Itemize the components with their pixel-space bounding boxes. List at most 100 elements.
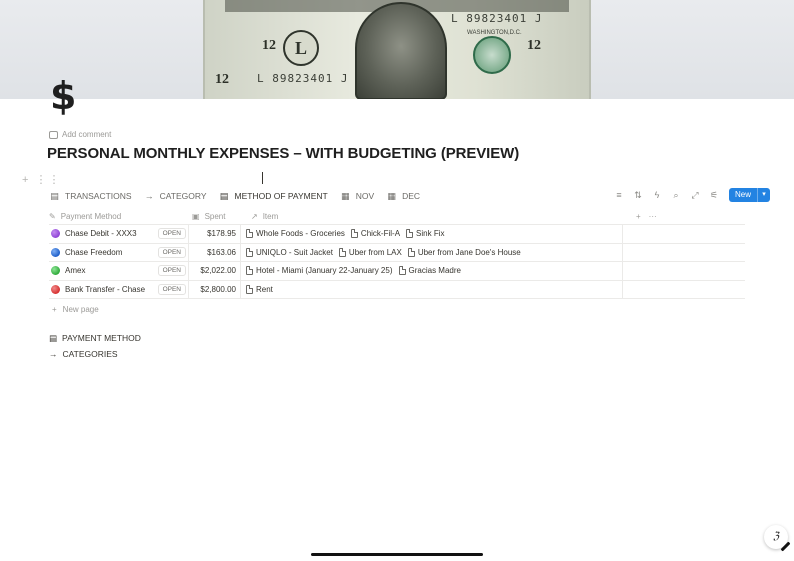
- table-header: ✎ Payment Method ▣ Spent ↗ Item + ···: [49, 208, 745, 225]
- add-property-icon[interactable]: +: [636, 212, 641, 221]
- page-icon: [398, 266, 406, 276]
- header-payment-method[interactable]: ✎ Payment Method: [49, 212, 188, 221]
- database-views: ▤ TRANSACTIONS → CATEGORY ▤ METHOD OF PA…: [49, 188, 420, 204]
- cell-spent[interactable]: $2,800.00: [188, 280, 240, 298]
- view-tab-method-of-payment[interactable]: ▤ METHOD OF PAYMENT: [219, 191, 328, 202]
- text-cursor: [262, 172, 263, 184]
- bill-city: WASHINGTON,D.C.: [467, 30, 522, 36]
- more-icon[interactable]: ···: [649, 212, 657, 221]
- cover-image[interactable]: L 89823401 J L 89823401 J 12 12 12 L WAS…: [0, 0, 794, 99]
- item-link[interactable]: Sink Fix: [406, 229, 444, 239]
- page-icon: [246, 266, 253, 276]
- new-button[interactable]: New ▾: [729, 188, 771, 202]
- search-icon[interactable]: ⌕: [670, 190, 682, 201]
- item-link[interactable]: Hotel - Miami (January 22-January 25): [246, 266, 393, 276]
- page-icon[interactable]: $: [50, 76, 82, 116]
- expand-icon[interactable]: ⤢: [689, 190, 701, 201]
- cell-spent[interactable]: $163.06: [188, 243, 240, 261]
- open-button[interactable]: OPEN: [157, 246, 186, 258]
- calendar-icon: ▦: [340, 190, 350, 201]
- header-spent[interactable]: ▣ Spent: [188, 212, 244, 221]
- cell-item[interactable]: Rent: [240, 280, 622, 298]
- link-categories[interactable]: → CATEGORIES: [49, 346, 141, 362]
- cell-item[interactable]: UNIQLO - Suit Jacket Uber from LAX Uber …: [240, 243, 622, 261]
- table-row[interactable]: Chase Freedom OPEN $163.06 UNIQLO - Suit…: [49, 243, 745, 262]
- open-button[interactable]: OPEN: [157, 283, 186, 295]
- item-link[interactable]: Chick-Fil-A: [350, 229, 400, 239]
- cell-payment-method[interactable]: Chase Debit - XXX3 OPEN: [49, 225, 188, 243]
- cell-payment-method[interactable]: Bank Transfer - Chase OPEN: [49, 281, 188, 299]
- plus-icon: +: [52, 304, 57, 314]
- item-link[interactable]: UNIQLO - Suit Jacket: [246, 247, 333, 257]
- card-icon: ▤: [49, 332, 58, 343]
- formula-icon: ▣: [192, 211, 200, 221]
- page-title[interactable]: PERSONAL MONTHLY EXPENSES – WITH BUDGETI…: [47, 145, 519, 162]
- link-payment-method[interactable]: ▤ PAYMENT METHOD: [49, 330, 141, 346]
- bill-number-left: 12: [262, 38, 276, 53]
- cell-empty: [622, 262, 745, 280]
- page-icon: [246, 247, 253, 257]
- item-link[interactable]: Rent: [246, 284, 273, 294]
- comment-icon: [49, 130, 58, 139]
- home-indicator[interactable]: [311, 553, 483, 556]
- cell-empty: [622, 225, 745, 243]
- cell-empty: [622, 280, 745, 298]
- view-tab-nov[interactable]: ▦ NOV: [340, 191, 374, 202]
- linked-pages: ▤ PAYMENT METHOD → CATEGORIES: [49, 330, 141, 362]
- relation-icon: ↗: [251, 211, 258, 221]
- purple-circle-icon: [51, 229, 60, 239]
- cell-payment-method[interactable]: Chase Freedom OPEN: [49, 244, 188, 262]
- automation-icon[interactable]: ϟ: [651, 190, 663, 200]
- new-button-label: New: [735, 190, 752, 199]
- filter-icon[interactable]: ≡: [613, 190, 625, 200]
- arrow-right-icon: →: [144, 191, 154, 201]
- header-item[interactable]: ↗ Item: [244, 212, 630, 221]
- calendar-icon: ▦: [387, 190, 396, 201]
- page-icon: [350, 229, 358, 239]
- bill-treasury-seal: [473, 36, 511, 74]
- page-icon: [246, 229, 253, 239]
- settings-icon[interactable]: ⚟: [708, 190, 720, 201]
- add-comment-label: Add comment: [62, 130, 112, 139]
- view-tab-transactions[interactable]: ▤ TRANSACTIONS: [49, 190, 131, 202]
- block-drag-handle[interactable]: + ⋮⋮: [22, 173, 61, 186]
- cell-empty: [622, 243, 745, 261]
- table-row[interactable]: Amex OPEN $2,022.00 Hotel - Miami (Janua…: [49, 262, 745, 281]
- open-button[interactable]: OPEN: [157, 265, 186, 277]
- cell-spent[interactable]: $2,022.00: [188, 262, 240, 280]
- cell-payment-method[interactable]: Amex OPEN: [49, 262, 188, 280]
- green-circle-icon: [51, 266, 60, 276]
- cell-item[interactable]: Hotel - Miami (January 22-January 25) Gr…: [240, 262, 622, 280]
- view-tab-dec[interactable]: ▦ DEC: [386, 191, 420, 202]
- bill-portrait: [355, 2, 447, 99]
- page-icon: [338, 247, 346, 257]
- page-icon: [246, 284, 253, 294]
- item-link[interactable]: Uber from Jane Doe's House: [407, 247, 521, 257]
- add-comment-button[interactable]: Add comment: [49, 130, 111, 139]
- table-row[interactable]: Bank Transfer - Chase OPEN $2,800.00 Ren…: [49, 280, 745, 299]
- open-button[interactable]: OPEN: [157, 228, 186, 240]
- chevron-down-icon[interactable]: ▾: [757, 188, 770, 202]
- page-icon: [406, 229, 414, 239]
- dollar-bill-image: L 89823401 J L 89823401 J 12 12 12 L WAS…: [203, 0, 591, 99]
- blue-circle-icon: [51, 247, 60, 257]
- bill-number-bottom-left: 12: [215, 72, 229, 87]
- bill-federal-seal: L: [283, 30, 319, 66]
- new-page-button[interactable]: + New page: [49, 299, 745, 319]
- view-tab-category[interactable]: → CATEGORY: [144, 191, 207, 201]
- sort-icon[interactable]: ⇅: [632, 190, 644, 201]
- item-link[interactable]: Gracias Madre: [398, 266, 461, 276]
- bill-number-right: 12: [527, 38, 541, 53]
- card-icon: ▤: [50, 190, 59, 201]
- cell-item[interactable]: Whole Foods - Groceries Chick-Fil-A Sink…: [240, 225, 622, 243]
- table-row[interactable]: Chase Debit - XXX3 OPEN $178.95 Whole Fo…: [49, 225, 745, 244]
- red-circle-icon: [51, 284, 60, 294]
- card-icon: ▤: [219, 190, 229, 201]
- header-actions: + ···: [630, 212, 670, 221]
- item-link[interactable]: Uber from LAX: [338, 247, 402, 257]
- bill-serial-bottom: L 89823401 J: [257, 72, 349, 85]
- item-link[interactable]: Whole Foods - Groceries: [246, 229, 345, 239]
- payment-methods-table: ✎ Payment Method ▣ Spent ↗ Item + ··· Ch…: [49, 208, 745, 319]
- cell-spent[interactable]: $178.95: [188, 225, 240, 243]
- page-icon: [407, 247, 415, 257]
